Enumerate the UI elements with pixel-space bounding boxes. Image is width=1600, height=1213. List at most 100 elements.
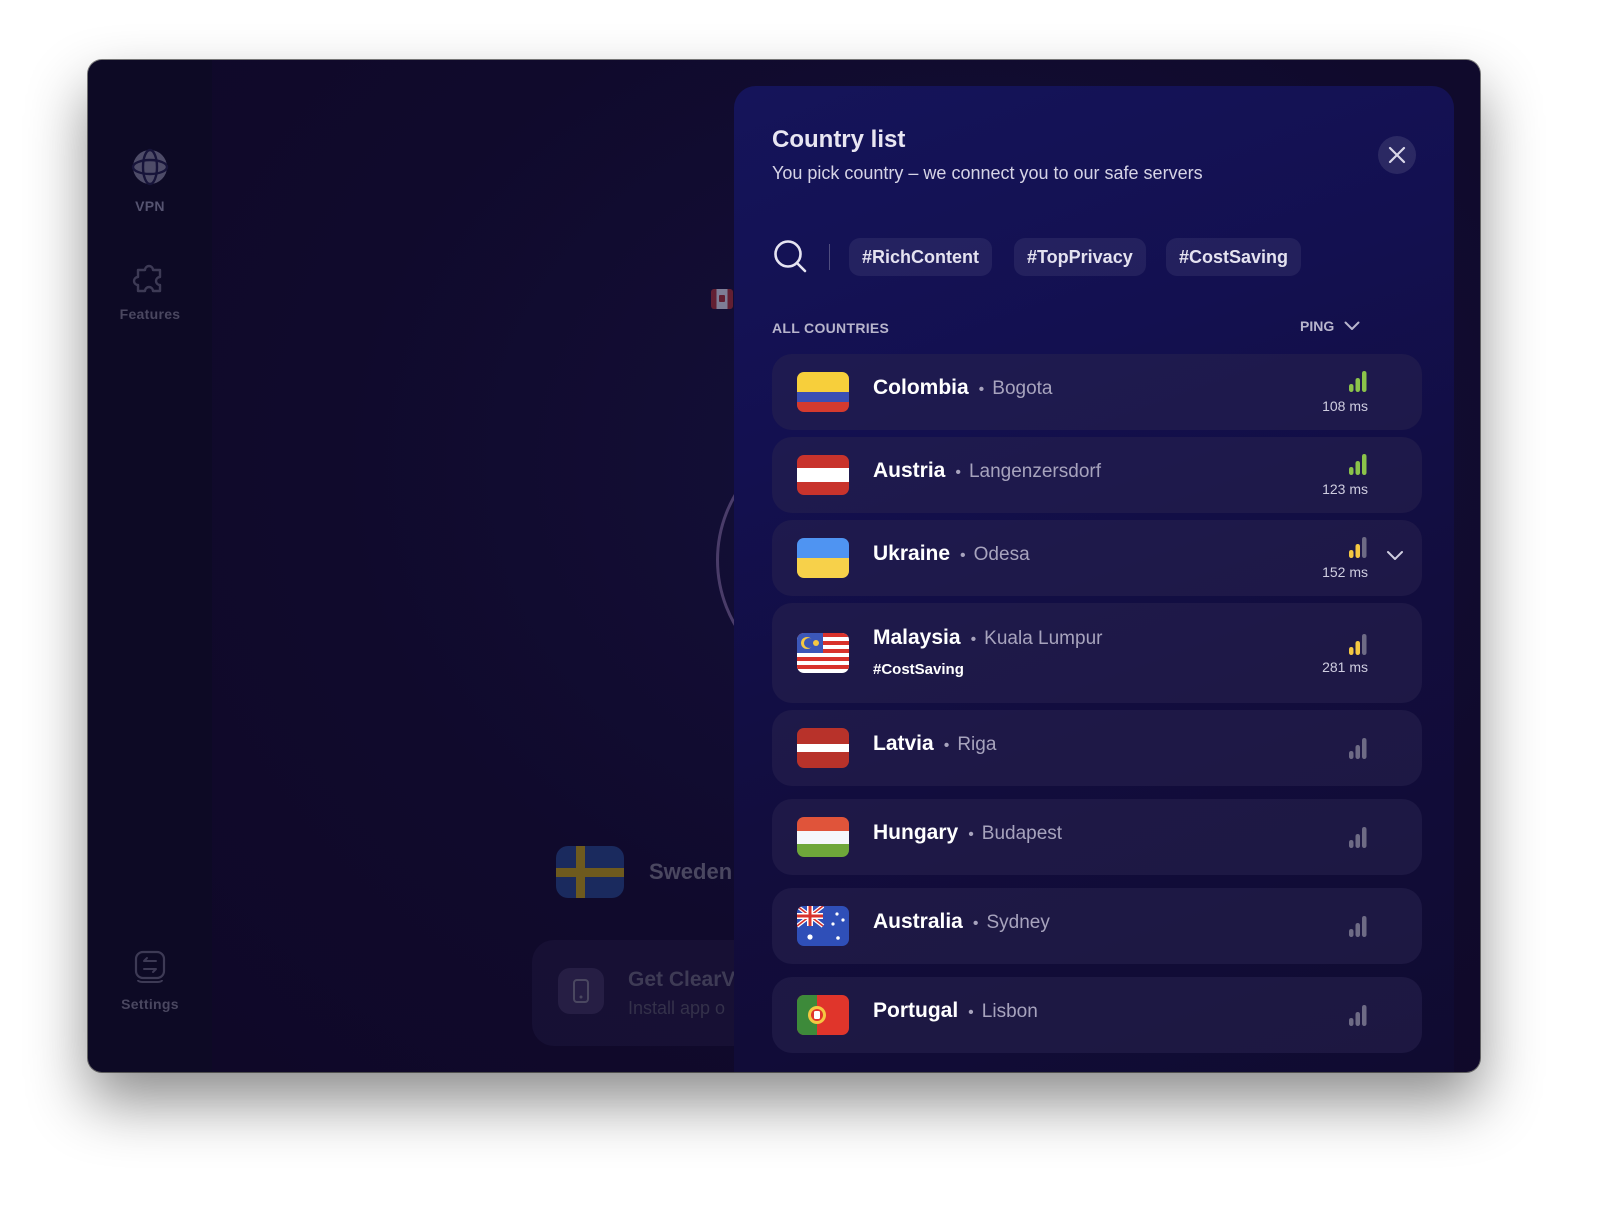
signal-strength-icon (1349, 1005, 1367, 1026)
signal-bar (1355, 544, 1360, 558)
country-list: Colombia • Bogota 108 ms Austria • Lange… (772, 354, 1424, 1060)
flag-hungary (797, 817, 849, 857)
current-location[interactable]: Sweden (556, 846, 732, 898)
separator-dot: • (960, 547, 966, 564)
sidebar: VPN Features Settings (88, 60, 212, 1072)
signal-bar (1362, 537, 1367, 558)
tag-filter-topprivacy[interactable]: #TopPrivacy (1014, 238, 1146, 276)
country-row-australia[interactable]: Australia • Sydney (772, 888, 1422, 964)
signal-bar (1349, 1018, 1354, 1026)
signal-strength-icon (1349, 738, 1367, 759)
signal-bar (1349, 929, 1354, 937)
tag-filter-costsaving[interactable]: #CostSaving (1166, 238, 1302, 276)
signal-bar (1355, 1012, 1360, 1026)
puzzle-icon (132, 264, 162, 293)
separator-dot: • (978, 381, 985, 398)
country-city: Lisbon (981, 1001, 1038, 1022)
signal-bar (1362, 371, 1367, 392)
country-name: Malaysia (873, 626, 961, 649)
flag-portugal (797, 995, 849, 1035)
separator-dot: • (968, 1004, 974, 1021)
sidebar-item-vpn[interactable]: VPN (88, 148, 212, 214)
globe-icon (131, 148, 169, 186)
signal-bar (1362, 634, 1367, 655)
country-city: Budapest (981, 823, 1063, 844)
country-name: Latvia (873, 732, 934, 755)
country-name: Portugal (873, 999, 959, 1022)
signal-bar (1355, 745, 1360, 759)
signal-bar (1362, 1005, 1367, 1026)
separator-dot: • (972, 915, 979, 932)
signal-bar (1349, 467, 1354, 475)
country-name: Australia (873, 910, 963, 933)
country-row-portugal[interactable]: Portugal • Lisbon (772, 977, 1422, 1053)
country-row-latvia[interactable]: Latvia • Riga (772, 710, 1422, 786)
country-city: Riga (957, 734, 997, 755)
phone-icon (558, 968, 604, 1014)
signal-bar (1349, 384, 1354, 392)
promo-title: Get ClearV (628, 968, 736, 991)
map-flag-canada[interactable] (711, 289, 733, 309)
search-icon (774, 240, 807, 273)
sidebar-item-label: Settings (121, 996, 179, 1012)
signal-bar (1355, 378, 1360, 392)
separator-dot: • (943, 737, 950, 754)
flag-colombia (797, 372, 849, 412)
chevron-down-icon (1344, 321, 1360, 330)
current-location-name: Sweden (649, 859, 733, 884)
flag-austria (797, 455, 849, 495)
signal-strength-icon (1349, 916, 1367, 937)
country-name: Austria (873, 459, 946, 482)
signal-bar (1362, 738, 1367, 759)
separator-dot: • (955, 464, 961, 481)
signal-bar (1349, 550, 1354, 558)
country-row-malaysia[interactable]: Malaysia • Kuala Lumpur #CostSaving 281 … (772, 603, 1422, 703)
signal-bar (1362, 454, 1367, 475)
country-row-ukraine[interactable]: Ukraine • Odesa 152 ms (772, 520, 1422, 596)
country-row-colombia[interactable]: Colombia • Bogota 108 ms (772, 354, 1422, 430)
country-tag: #CostSaving (873, 661, 964, 678)
signal-strength-icon (1349, 371, 1367, 392)
sort-by-ping-dropdown[interactable]: PING (1300, 318, 1360, 334)
ping-value: 123 ms (1322, 481, 1368, 497)
signal-bar (1349, 840, 1354, 848)
country-name: Colombia (873, 376, 969, 399)
country-name: Hungary (873, 821, 959, 844)
ping-value: 108 ms (1322, 398, 1368, 414)
flag-sweden (556, 846, 624, 898)
app-window: VPN Features Settings Sweden Get ClearV … (88, 60, 1480, 1072)
country-name: Ukraine (873, 542, 951, 565)
signal-bar (1355, 641, 1360, 655)
sort-label: PING (1300, 318, 1335, 334)
country-city: Sydney (986, 912, 1050, 933)
signal-strength-icon (1349, 634, 1367, 655)
country-city: Langenzersdorf (968, 461, 1102, 482)
close-icon (1388, 146, 1406, 164)
separator-dot: • (968, 826, 974, 843)
search-button[interactable] (772, 238, 808, 274)
signal-bar (1355, 834, 1360, 848)
sidebar-item-features[interactable]: Features (88, 258, 212, 322)
promo-subtitle: Install app o (628, 998, 726, 1018)
signal-bar (1349, 647, 1354, 655)
country-row-hungary[interactable]: Hungary • Budapest (772, 799, 1422, 875)
signal-bar (1355, 923, 1360, 937)
country-city: Bogota (992, 378, 1053, 399)
flag-malaysia (797, 633, 849, 673)
panel-subtitle: You pick country – we connect you to our… (772, 163, 1203, 183)
signal-bar (1355, 461, 1360, 475)
signal-strength-icon (1349, 827, 1367, 848)
sidebar-item-label: VPN (135, 198, 165, 214)
sidebar-item-label: Features (119, 306, 181, 322)
close-panel-button[interactable] (1378, 136, 1416, 174)
signal-bar (1362, 827, 1367, 848)
country-city: Kuala Lumpur (984, 628, 1103, 649)
divider (829, 244, 830, 270)
flag-australia (797, 906, 849, 946)
signal-bar (1349, 751, 1354, 759)
country-row-austria[interactable]: Austria • Langenzersdorf 123 ms (772, 437, 1422, 513)
chevron-down-icon[interactable] (1386, 550, 1404, 562)
country-list-panel: Country list You pick country – we conne… (734, 86, 1454, 1072)
tag-filter-richcontent[interactable]: #RichContent (849, 238, 992, 276)
sidebar-item-settings[interactable]: Settings (88, 950, 212, 1012)
